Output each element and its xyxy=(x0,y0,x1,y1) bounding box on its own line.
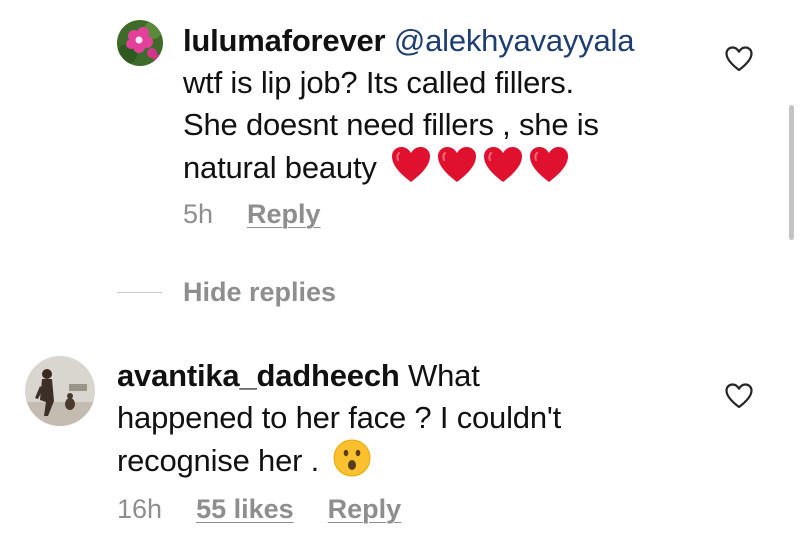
username-avantika-dadheech[interactable]: avantika_dadheech xyxy=(117,358,400,393)
mention-link[interactable]: @alekhyavayyala xyxy=(394,23,635,58)
avatar-lulumaforever[interactable] xyxy=(117,20,163,66)
username-lulumaforever[interactable]: lulumaforever xyxy=(183,23,386,58)
vertical-scrollbar[interactable] xyxy=(789,105,794,240)
likes-count-link[interactable]: 55 likes xyxy=(196,494,294,524)
red-heart-emoji xyxy=(529,146,569,184)
comment-line: wtf is lip job? Its called fillers. xyxy=(183,65,574,100)
comment-line: recognise her . xyxy=(117,443,320,478)
reply-button[interactable]: Reply xyxy=(247,199,321,229)
comment-line: She doesnt need fillers , she is xyxy=(183,107,599,142)
hide-replies-button[interactable]: Hide replies xyxy=(183,277,336,308)
avatar-avantika-dadheech[interactable] xyxy=(25,356,95,426)
red-heart-emoji xyxy=(437,146,477,184)
person-avatar-image xyxy=(25,356,95,426)
hide-replies-divider xyxy=(117,292,162,293)
comment-line: happened to her face ? I couldn't xyxy=(117,400,561,435)
red-heart-emoji xyxy=(391,146,431,184)
like-heart-icon[interactable] xyxy=(724,45,754,73)
comment-line: What xyxy=(408,358,480,393)
timestamp: 16h xyxy=(117,494,163,524)
reply-comment-meta: 5h Reply xyxy=(183,199,355,230)
hushed-face-emoji xyxy=(333,439,371,477)
flower-avatar-image xyxy=(117,20,163,66)
like-heart-icon[interactable] xyxy=(724,382,754,410)
red-heart-emoji xyxy=(483,146,523,184)
main-comment-text: avantika_dadheech What happened to her f… xyxy=(117,355,561,482)
reply-comment-text: lulumaforever @alekhyavayyala wtf is lip… xyxy=(183,20,634,189)
reply-button[interactable]: Reply xyxy=(328,494,402,524)
timestamp: 5h xyxy=(183,199,214,229)
main-comment-meta: 16h 55 likes Reply xyxy=(117,494,435,525)
comment-line: natural beauty xyxy=(183,150,377,185)
